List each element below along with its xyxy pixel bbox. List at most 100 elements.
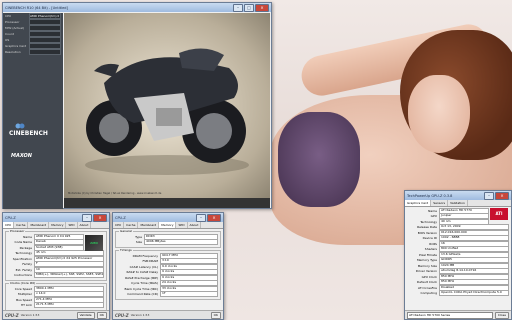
field-label: CAS# Latency (CL)	[129, 264, 158, 269]
close-button[interactable]: ×	[93, 213, 107, 222]
field-label: Graphics Card	[5, 44, 27, 48]
cpuz-tabs: CPU Cache Mainboard Memory SPD About	[113, 222, 223, 229]
field-row: Computing OpenCL CUDA PhysX DirectCompute…	[407, 290, 509, 297]
field-label: RAS# to CAS# Delay	[126, 270, 158, 275]
cinebench-window[interactable]: CINEBENCH R10 (64 Bit) - [Untitled] – □ …	[2, 2, 272, 209]
field-row: Size 4096 MBytes	[118, 239, 218, 246]
field-label: Computing	[420, 291, 437, 296]
wallpaper-figure-garment	[278, 112, 360, 207]
tab-memory[interactable]: Memory	[49, 222, 67, 228]
field-value: MMX(+), 3DNow!(+), SSE, SSE2, SSE3, SSE4…	[34, 272, 104, 279]
field-label: Package	[19, 245, 32, 250]
field-value: 2171.5 MHz	[34, 302, 104, 309]
cpuz-footer: CPU-Z Version 1.53 OK	[113, 310, 223, 319]
field-value: OpenCL CUDA PhysX DirectCompute 5.0	[439, 290, 509, 297]
cpuz-titlebar[interactable]: CPU-Z – ×	[3, 213, 109, 222]
close-button[interactable]: ×	[495, 191, 509, 200]
field-label: OS	[5, 38, 10, 42]
field-label: HT Link	[20, 303, 32, 308]
field-label: ROPs	[429, 241, 437, 246]
cinebench-sidebar: CPUAMD Phenom(tm) II X4 ... Processor MH…	[3, 13, 63, 209]
gpuz-window[interactable]: TechPowerUp GPU-Z 0.3.8 – × Graphics Car…	[404, 190, 512, 320]
field-label: Ext. Family	[15, 267, 32, 272]
tab-memory[interactable]: Memory	[159, 222, 177, 228]
render-caption: Motorbike (C) by Christian Hagel / fat-e…	[68, 192, 162, 195]
window-title: CPU-Z	[5, 215, 16, 220]
field-value: 4096 MBytes	[144, 239, 218, 246]
field-label: GPU	[430, 214, 437, 219]
clocks-group: Clocks (Core #0) Core Speed 3800.1 MHz Mu…	[5, 281, 107, 311]
field-label: Size	[135, 240, 142, 245]
cinebench-statusbar	[64, 198, 270, 208]
cpuz-version: Version 1.53	[130, 313, 150, 317]
field-label: Pixel Fillrate	[419, 252, 437, 257]
minimize-button[interactable]: –	[196, 213, 206, 222]
gpu-select[interactable]: ATI Radeon HD 5700 Series	[407, 311, 493, 319]
ok-button[interactable]: OK	[210, 311, 221, 319]
field-label: Technology	[15, 251, 32, 256]
tab-about[interactable]: About	[188, 222, 202, 228]
tab-sensors[interactable]: Sensors	[431, 200, 449, 206]
tab-cpu[interactable]: CPU	[113, 222, 125, 228]
cinebench-titlebar[interactable]: CINEBENCH R10 (64 Bit) - [Untitled] – □ …	[3, 3, 271, 12]
cpuz-footer: CPU-Z Version 1.53 Validate OK	[3, 310, 109, 319]
field-label: ATI CrossFire	[417, 285, 437, 290]
gpuz-fields: Name ATI Radeon HD 5770 GPU Juniper Techno…	[405, 207, 511, 297]
cpuz-tabs: CPU Cache Mainboard Memory SPD About	[3, 222, 109, 229]
field-label: Processor	[5, 20, 20, 24]
field-label: GPU Clock	[421, 274, 437, 279]
group-title: Clocks (Core #0)	[9, 281, 37, 285]
field-label: Multiplier	[18, 292, 32, 297]
timings-group: Timings DRAM Frequency 904.7 MHz FSB:DRAM…	[115, 248, 221, 300]
close-button[interactable]: ×	[207, 213, 221, 222]
gpuz-tabs: Graphics Card Sensors Validation	[405, 200, 511, 207]
cpuz-brand: CPU-Z	[5, 312, 19, 318]
field-label: Core Speed	[14, 286, 32, 291]
tab-spd[interactable]: SPD	[66, 222, 78, 228]
minimize-button[interactable]: –	[82, 213, 92, 222]
minimize-button[interactable]: –	[484, 191, 494, 200]
field-label: Resolution	[5, 50, 21, 54]
field-label: Bank Cycle Time (tRC)	[124, 286, 158, 291]
gpuz-titlebar[interactable]: TechPowerUp GPU-Z 0.3.8 – ×	[405, 191, 511, 200]
field-label: DRAM Frequency	[132, 253, 158, 258]
cinebench-logo-icon	[15, 123, 25, 129]
field-row: HT Link 2171.5 MHz	[8, 302, 104, 309]
cpuz-cpu-window[interactable]: CPU-Z – × CPU Cache Mainboard Memory SPD…	[2, 212, 110, 320]
motorbike-render-image	[85, 48, 249, 175]
validate-button[interactable]: Validate	[76, 311, 95, 319]
group-title: General	[119, 229, 133, 233]
tab-about[interactable]: About	[78, 222, 92, 228]
tab-validation[interactable]: Validation	[448, 200, 468, 206]
minimize-button[interactable]: –	[233, 3, 243, 12]
tab-graphics-card[interactable]: Graphics Card	[405, 200, 432, 206]
tab-cpu[interactable]: CPU	[3, 222, 15, 228]
field-label: Driver Version	[415, 269, 437, 274]
cpuz-memory-window[interactable]: CPU-Z – × CPU Cache Mainboard Memory SPD…	[112, 212, 224, 320]
field-row: Command Rate (CR) 1T	[118, 291, 218, 298]
field-label: Memory Size	[417, 263, 437, 268]
close-button[interactable]: Close	[494, 311, 509, 319]
ok-button[interactable]: OK	[96, 311, 107, 319]
field-row: Resolution	[3, 49, 63, 55]
field-label: MHz (Actual)	[5, 26, 25, 30]
tab-cache[interactable]: Cache	[124, 222, 139, 228]
tab-spd[interactable]: SPD	[176, 222, 188, 228]
field-label: Command Rate (CR)	[127, 292, 158, 297]
tab-mainboard[interactable]: Mainboard	[138, 222, 160, 228]
close-button[interactable]: ×	[255, 3, 269, 12]
field-label: FSB:DRAM	[142, 259, 158, 264]
gpuz-footer: ATI Radeon HD 5700 Series Close	[405, 310, 511, 319]
group-title: Processor	[9, 229, 26, 233]
processor-group: Processor AMD Name AMD Phenom II X4 925 C…	[5, 229, 107, 281]
tab-cache[interactable]: Cache	[14, 222, 29, 228]
window-title: TechPowerUp GPU-Z 0.3.8	[407, 193, 453, 198]
tab-mainboard[interactable]: Mainboard	[28, 222, 50, 228]
cpuz-titlebar[interactable]: CPU-Z – ×	[113, 213, 223, 222]
field-label: CPU	[5, 14, 12, 18]
field-label: Type	[135, 234, 142, 239]
field-label: Memory Type	[416, 258, 437, 263]
ati-logo: ATI	[490, 208, 508, 220]
maximize-button[interactable]: □	[244, 3, 254, 12]
field-label: Cycle Time (tRAS)	[131, 281, 158, 286]
